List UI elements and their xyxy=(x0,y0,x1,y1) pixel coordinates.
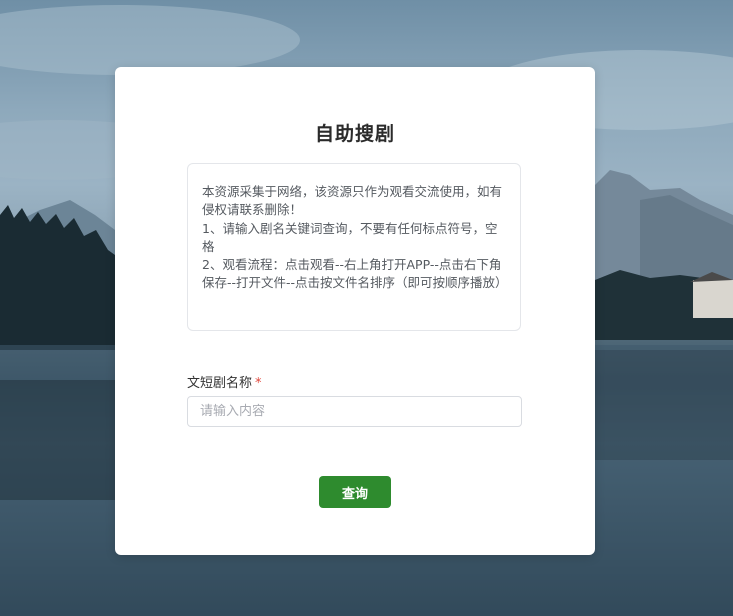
search-card: 自助搜剧 本资源采集于网络，该资源只作为观看交流使用，如有侵权请联系删除！ 1、… xyxy=(115,67,595,555)
notice-line: 本资源采集于网络，该资源只作为观看交流使用，如有侵权请联系删除！ xyxy=(202,184,503,218)
notice-line: 1、请输入剧名关键词查询，不要有任何标点符号，空格 xyxy=(202,220,498,254)
notice-line: 2、观看流程：点击观看--右上角打开APP--点击右下角保存--打开文件--点击… xyxy=(202,257,508,291)
drama-name-label: 文短剧名称 * xyxy=(187,372,262,391)
required-mark: * xyxy=(255,376,262,391)
drama-name-label-text: 文短剧名称 xyxy=(187,376,253,391)
notice-box: 本资源采集于网络，该资源只作为观看交流使用，如有侵权请联系删除！ 1、请输入剧名… xyxy=(187,163,521,331)
page-title: 自助搜剧 xyxy=(314,123,395,145)
search-button[interactable]: 查询 xyxy=(319,476,391,508)
drama-name-input[interactable] xyxy=(187,396,522,427)
